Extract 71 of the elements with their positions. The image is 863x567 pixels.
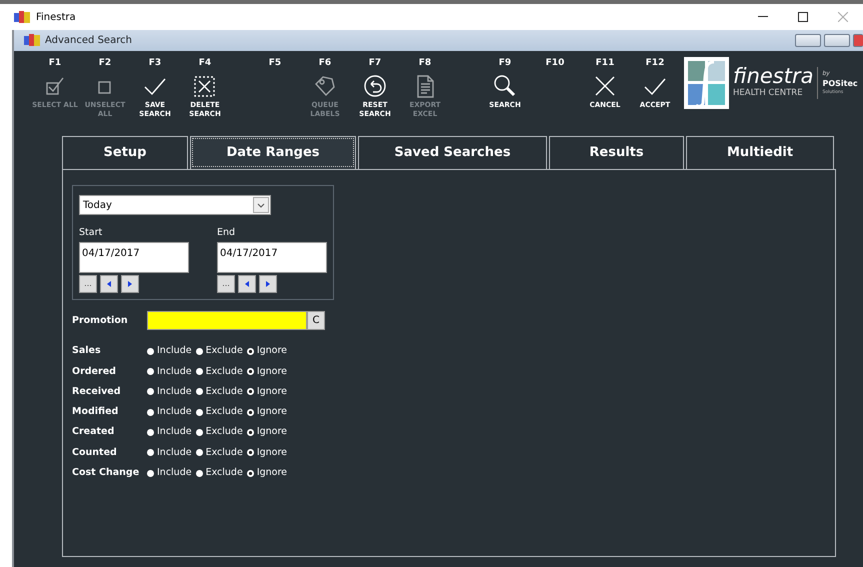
next-button[interactable] — [259, 275, 277, 294]
radio-option[interactable]: Include — [147, 344, 192, 359]
dialog-title: Advanced Search — [45, 34, 132, 48]
field-label: Received — [72, 384, 122, 399]
radio-option[interactable]: Exclude — [196, 384, 243, 400]
minimize-button[interactable] — [795, 34, 821, 47]
radio-option[interactable]: Exclude — [196, 364, 243, 379]
field-label: End — [217, 226, 236, 240]
function-key-label: F5 — [268, 57, 282, 70]
caret-icon — [257, 202, 265, 208]
maximize-icon[interactable] — [798, 12, 808, 22]
field-label: Start — [79, 226, 104, 240]
radio-option[interactable]: Include — [147, 405, 192, 420]
app-icon — [14, 10, 30, 24]
logo-icon — [684, 56, 729, 108]
right-arrow-icon — [128, 281, 132, 288]
logo-subtitle: HEALTH CENTRE — [733, 86, 804, 100]
next-button[interactable] — [121, 275, 139, 294]
radio-option[interactable]: Ignore — [246, 384, 288, 400]
radio-option[interactable]: Include — [147, 446, 192, 460]
radio-option[interactable]: Ignore — [246, 446, 288, 460]
previous-button[interactable] — [238, 275, 256, 294]
radio-option[interactable]: Ignore — [246, 344, 288, 359]
minimize-icon[interactable] — [758, 16, 768, 18]
function-key-label: F10 — [546, 57, 564, 70]
radio-option[interactable]: Ignore — [246, 364, 288, 379]
delete-icon — [193, 74, 217, 98]
field-label: Created — [72, 425, 116, 440]
end-date-field[interactable]: 04/17/2017 — [217, 242, 327, 274]
radio-option[interactable]: Ignore — [246, 466, 288, 480]
left-arrow-icon — [245, 281, 249, 288]
radio-option[interactable]: Include — [147, 364, 192, 379]
preset-dropdown[interactable]: Today — [79, 195, 271, 215]
calendar-button[interactable]: ... — [79, 275, 97, 294]
field-label: Cost Change — [72, 466, 140, 480]
radio-option[interactable]: Ignore — [246, 425, 288, 440]
tab[interactable]: Date Ranges — [190, 136, 356, 169]
radio-option[interactable]: Exclude — [196, 344, 243, 359]
window-title: Finestra — [36, 10, 76, 24]
restore-button[interactable] — [824, 34, 850, 47]
calendar-button[interactable]: ... — [217, 275, 235, 294]
left-arrow-icon — [107, 281, 111, 288]
radio-option[interactable]: Include — [147, 384, 192, 400]
app-icon — [24, 34, 40, 47]
promotion-field[interactable] — [147, 311, 307, 330]
field-label: Ordered — [72, 364, 117, 379]
logo-text: finestra — [733, 66, 814, 87]
field-label: Sales — [72, 344, 102, 358]
undo-icon — [363, 74, 387, 98]
tab[interactable]: Saved Searches — [358, 136, 547, 169]
radio-option[interactable]: Ignore — [246, 405, 288, 420]
tab[interactable]: Multiedit — [686, 136, 834, 169]
close-icon — [593, 74, 617, 98]
start-date-field[interactable]: 04/17/2017 — [79, 242, 189, 274]
field-label: Promotion — [72, 314, 129, 328]
logo-text: POSitec — [822, 78, 858, 90]
field-label: Counted — [72, 446, 118, 460]
radio-option[interactable]: Exclude — [196, 466, 243, 480]
field-label: Modified — [72, 405, 120, 420]
radio-option[interactable]: Include — [147, 466, 192, 480]
tab[interactable]: Setup — [62, 136, 188, 169]
right-arrow-icon — [266, 281, 270, 288]
clear-button[interactable]: C — [307, 311, 325, 330]
radio-option[interactable]: Exclude — [196, 446, 243, 460]
radio-option[interactable]: Exclude — [196, 425, 243, 440]
tab[interactable]: Results — [549, 136, 684, 169]
tag-icon — [313, 74, 337, 98]
search-icon — [493, 74, 517, 98]
radio-option[interactable]: Include — [147, 425, 192, 440]
previous-button[interactable] — [100, 275, 118, 294]
radio-option[interactable]: Exclude — [196, 405, 243, 420]
